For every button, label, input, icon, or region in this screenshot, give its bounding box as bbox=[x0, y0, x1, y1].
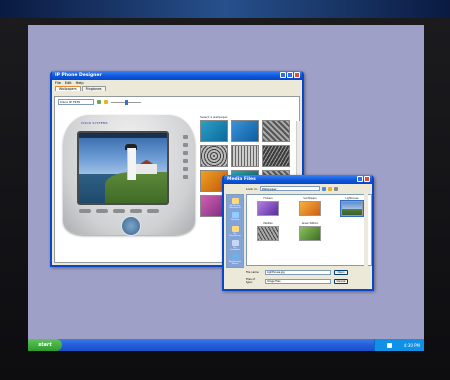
place-network[interactable]: My Network Places bbox=[229, 254, 241, 265]
start-button[interactable]: start bbox=[28, 339, 62, 351]
close-icon[interactable] bbox=[294, 72, 300, 78]
file-list-scrollbar[interactable] bbox=[364, 194, 368, 266]
line-key[interactable] bbox=[183, 175, 188, 179]
softkey[interactable] bbox=[130, 209, 142, 213]
up-folder-icon[interactable] bbox=[321, 186, 326, 191]
zoom-slider[interactable] bbox=[111, 99, 141, 105]
file-name-row: File name: Lighthouse.jpg Open bbox=[246, 270, 348, 275]
wallpaper-thumbnail[interactable] bbox=[231, 145, 259, 167]
file-thumbnail bbox=[340, 200, 364, 217]
toolbar: Cisco IP 7970 bbox=[58, 99, 141, 105]
look-in-row: Look in: Wallpaper bbox=[246, 186, 338, 191]
menu-file[interactable]: File bbox=[55, 81, 61, 85]
desktop-icon bbox=[231, 212, 239, 218]
line-key[interactable] bbox=[183, 151, 188, 155]
tab-wallpapers[interactable]: Wallpapers bbox=[55, 86, 81, 91]
close-icon[interactable] bbox=[364, 176, 370, 182]
file-type-label: Files of type: bbox=[246, 278, 256, 284]
softkey[interactable] bbox=[113, 209, 125, 213]
softkey[interactable] bbox=[96, 209, 108, 213]
file-item[interactable]: Green Pattern bbox=[293, 222, 327, 244]
network-icon bbox=[231, 254, 239, 260]
maximize-icon[interactable] bbox=[287, 72, 293, 78]
wallpaper-thumbnail[interactable] bbox=[231, 120, 259, 142]
look-in-label: Look in: bbox=[246, 186, 258, 191]
window-title: IP Phone Designer bbox=[55, 73, 102, 78]
phone-designer-titlebar[interactable]: IP Phone Designer bbox=[52, 71, 302, 80]
file-item[interactable]: Flowers bbox=[251, 197, 285, 219]
taskbar: start 4:30 PM bbox=[28, 339, 424, 351]
tab-strip: Wallpapers Ringtones bbox=[52, 85, 302, 91]
phone-brand-label: CISCO SYSTEMS bbox=[81, 121, 108, 125]
line-key[interactable] bbox=[183, 159, 188, 163]
wallpaper-thumbnail[interactable] bbox=[262, 145, 290, 167]
file-thumbnail bbox=[257, 201, 279, 216]
computer-icon bbox=[231, 240, 239, 246]
place-recent[interactable]: My Recent Documents bbox=[229, 198, 241, 209]
phone-preview: CISCO SYSTEMS bbox=[63, 115, 195, 236]
file-list: Flowers Sunflowers Lighthouse Pebbles Gr… bbox=[246, 194, 372, 266]
refresh-icon[interactable] bbox=[97, 100, 101, 104]
my-documents-icon bbox=[231, 226, 239, 232]
line-key[interactable] bbox=[183, 135, 188, 139]
new-folder-icon[interactable] bbox=[327, 186, 332, 191]
dialog-title: Media Files bbox=[227, 177, 256, 182]
file-thumbnail bbox=[299, 201, 321, 216]
open-button[interactable]: Open bbox=[334, 270, 348, 275]
volume-icon[interactable] bbox=[386, 342, 392, 348]
file-name-label: File name: bbox=[246, 271, 260, 274]
place-my-computer[interactable]: My Computer bbox=[229, 240, 241, 251]
menu-help[interactable]: Help bbox=[76, 81, 84, 85]
place-desktop[interactable]: Desktop bbox=[229, 212, 241, 223]
softkey[interactable] bbox=[147, 209, 159, 213]
recent-documents-icon bbox=[231, 198, 239, 204]
file-type-select[interactable]: Image Files bbox=[265, 278, 331, 284]
menu-edit[interactable]: Edit bbox=[65, 81, 72, 85]
media-files-dialog: Media Files Look in: Wallpaper My Recent… bbox=[222, 175, 374, 291]
wallpaper-thumbnail[interactable] bbox=[200, 145, 228, 167]
lighthouse-image bbox=[126, 148, 136, 181]
file-item[interactable]: Sunflowers bbox=[293, 197, 327, 219]
line-keys bbox=[183, 135, 188, 179]
folder-icon[interactable] bbox=[104, 100, 108, 104]
clock: 4:30 PM bbox=[403, 342, 420, 348]
softkeys bbox=[79, 209, 159, 213]
dialog-body: Look in: Wallpaper My Recent Documents D… bbox=[226, 184, 372, 287]
file-item[interactable]: Pebbles bbox=[251, 222, 285, 244]
system-tray: 4:30 PM bbox=[374, 339, 424, 351]
tab-ringtones[interactable]: Ringtones bbox=[81, 86, 106, 91]
line-key[interactable] bbox=[183, 143, 188, 147]
minimize-icon[interactable] bbox=[280, 72, 286, 78]
phone-screen-wallpaper bbox=[77, 131, 169, 205]
file-name-field[interactable]: Lighthouse.jpg bbox=[265, 270, 331, 275]
phone-model-select[interactable]: Cisco IP 7970 bbox=[58, 99, 94, 105]
gallery-label: Select a wallpaper bbox=[200, 115, 228, 119]
line-key[interactable] bbox=[183, 167, 188, 171]
navigation-pad[interactable] bbox=[121, 216, 141, 236]
place-my-documents[interactable]: My Documents bbox=[229, 226, 241, 237]
file-type-row: Files of type: Image Files Cancel bbox=[246, 278, 348, 284]
file-thumbnail bbox=[257, 226, 279, 241]
look-in-select[interactable]: Wallpaper bbox=[259, 186, 320, 191]
help-icon[interactable] bbox=[357, 176, 363, 182]
cancel-button[interactable]: Cancel bbox=[334, 278, 348, 284]
wallpaper-thumbnail[interactable] bbox=[200, 120, 228, 142]
views-icon[interactable] bbox=[333, 186, 338, 191]
softkey[interactable] bbox=[79, 209, 91, 213]
file-thumbnail bbox=[299, 226, 321, 241]
desktop-screen: IP Phone Designer File Edit Help Wallpap… bbox=[28, 25, 424, 351]
wallpaper-thumbnail[interactable] bbox=[262, 120, 290, 142]
media-files-titlebar[interactable]: Media Files bbox=[224, 175, 372, 184]
places-bar: My Recent Documents Desktop My Documents… bbox=[226, 194, 244, 268]
